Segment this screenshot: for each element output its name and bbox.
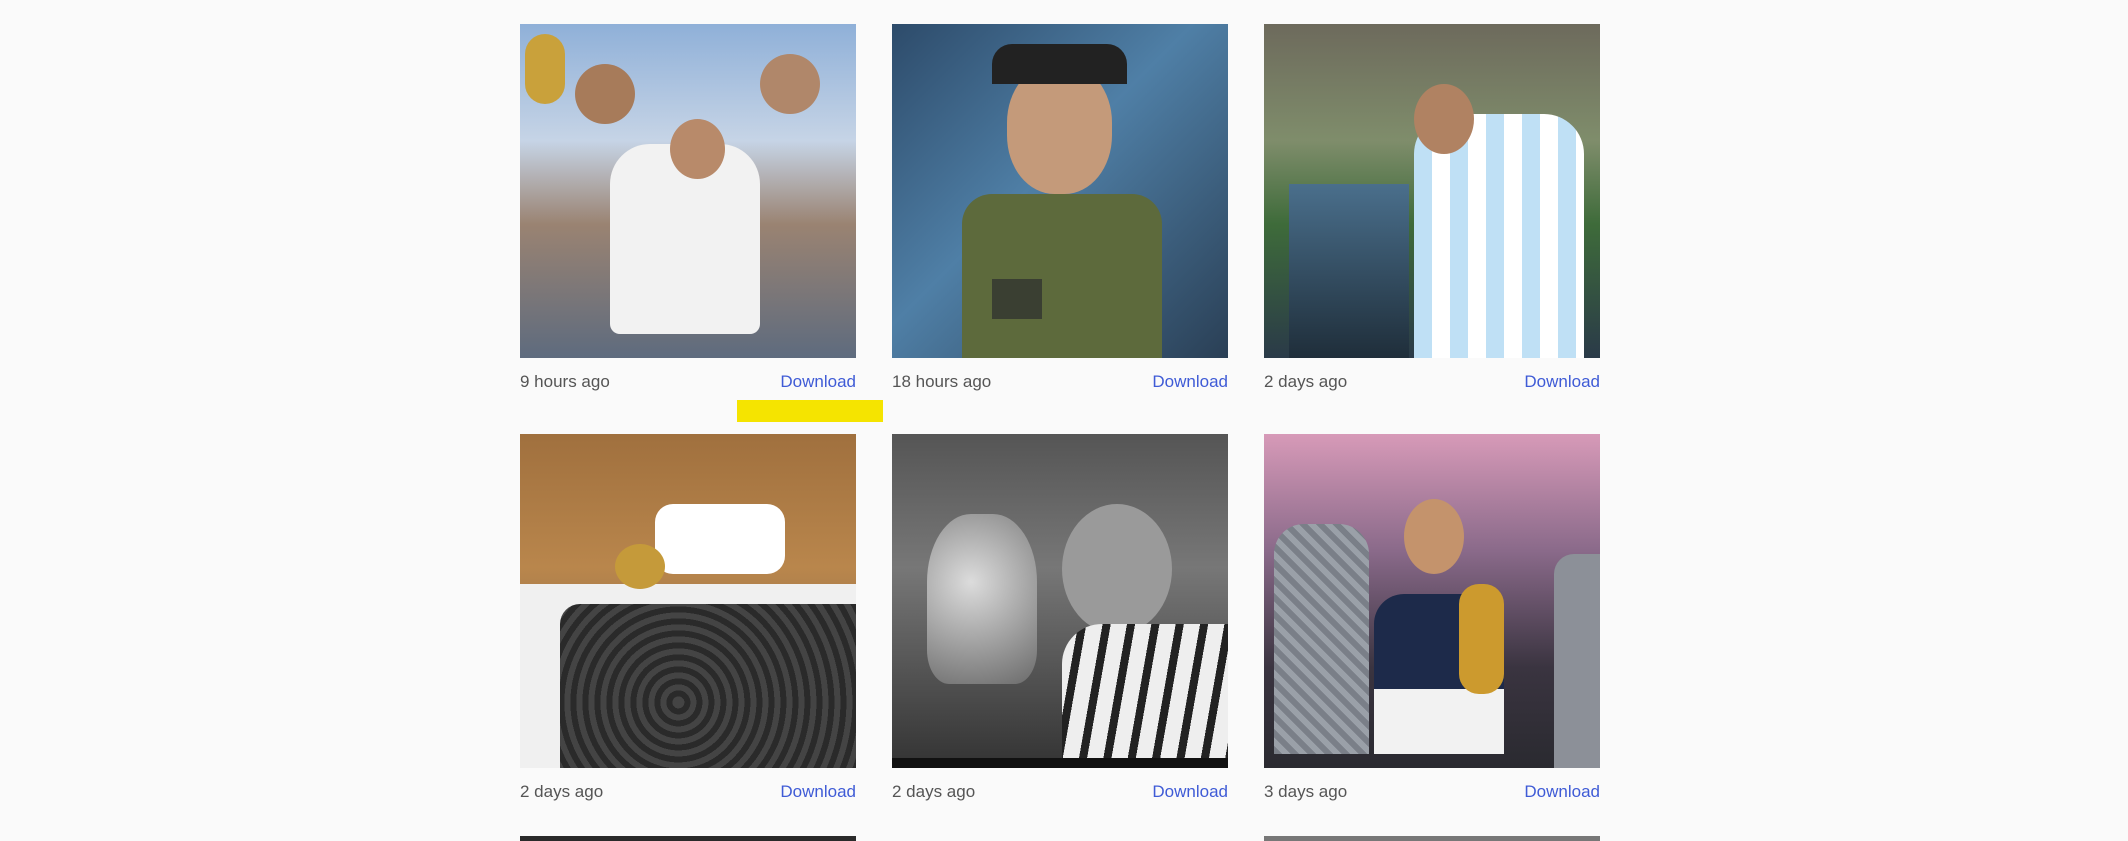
download-link[interactable]: Download (1152, 782, 1228, 802)
post-card: 2 days ago Download (892, 434, 1228, 812)
download-link[interactable]: Download (1524, 372, 1600, 392)
post-thumbnail[interactable] (892, 24, 1228, 358)
post-card: 2 days ago Download (1264, 24, 1600, 402)
post-thumbnail[interactable] (1264, 24, 1600, 358)
download-link[interactable]: Download (780, 782, 856, 802)
post-time: 18 hours ago (892, 372, 992, 391)
post-time: 2 days ago (892, 782, 976, 801)
post-thumbnail-partial (892, 836, 1228, 841)
post-time: 2 days ago (1264, 372, 1348, 391)
post-thumbnail[interactable] (1264, 434, 1600, 768)
highlight-marker (737, 400, 883, 422)
download-link[interactable]: Download (1152, 372, 1228, 392)
post-thumbnail-partial (520, 836, 856, 841)
post-card: 2 days ago Download (520, 434, 856, 812)
post-thumbnail[interactable] (520, 24, 856, 358)
post-time: 9 hours ago (520, 372, 610, 391)
post-time: 3 days ago (1264, 782, 1348, 801)
post-card: 9 hours ago Download (520, 24, 856, 402)
post-time: 2 days ago (520, 782, 604, 801)
post-grid: 9 hours ago Download 18 hours ago Downlo… (520, 24, 1600, 812)
download-link[interactable]: Download (1524, 782, 1600, 802)
next-row-partial (520, 836, 1600, 841)
post-thumbnail-partial (1264, 836, 1600, 841)
post-card: 18 hours ago Download (892, 24, 1228, 402)
post-card: 3 days ago Download (1264, 434, 1600, 812)
post-thumbnail[interactable] (520, 434, 856, 768)
post-thumbnail[interactable] (892, 434, 1228, 768)
download-link[interactable]: Download (780, 372, 856, 392)
